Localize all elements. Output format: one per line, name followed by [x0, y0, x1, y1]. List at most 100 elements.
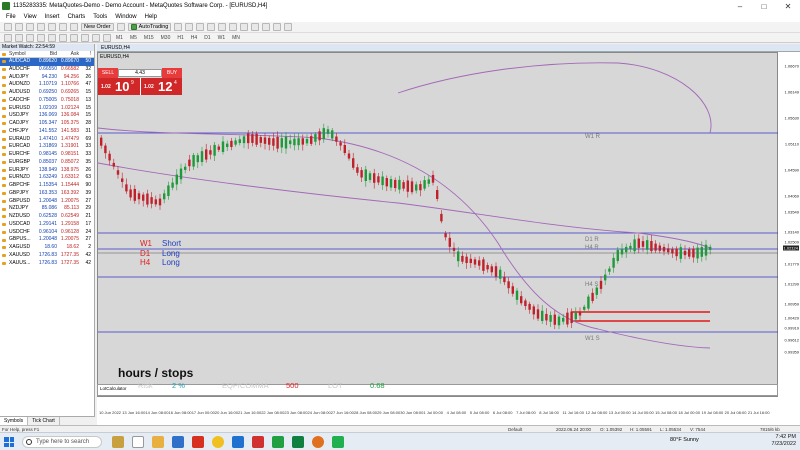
col-symbol[interactable]: Symbol — [0, 51, 35, 57]
bar-chart-icon[interactable] — [174, 23, 183, 31]
tester-icon[interactable] — [70, 23, 78, 31]
close-button[interactable]: ✕ — [776, 2, 800, 11]
firefox-icon[interactable] — [312, 436, 324, 448]
line-chart-icon[interactable] — [196, 23, 205, 31]
cortana-image-icon[interactable] — [112, 436, 124, 448]
terminal-app-icon[interactable] — [332, 436, 344, 448]
mail-icon[interactable] — [172, 436, 184, 448]
market-watch-row[interactable]: AUDUSD 0.69250 0.69265 15 — [0, 89, 94, 97]
horizontal-line-icon[interactable] — [37, 33, 45, 42]
market-watch-row[interactable]: AUDNZD 1.10719 1.10766 47 — [0, 81, 94, 89]
data-window-icon[interactable] — [37, 23, 45, 31]
timeframe-m15[interactable]: M15 — [142, 35, 156, 41]
menu-file[interactable]: File — [6, 14, 16, 20]
market-watch-row[interactable]: EURJPY 138.949 138.975 26 — [0, 167, 94, 175]
zoom-out-icon[interactable] — [218, 23, 227, 31]
col-bid[interactable]: Bid — [35, 51, 57, 57]
buy-button[interactable]: BUY — [162, 68, 182, 78]
market-watch-row[interactable]: NZDJPY 85.086 85.113 29 — [0, 205, 94, 213]
timeframe-m1[interactable]: M1 — [114, 35, 125, 41]
col-ask[interactable]: Ask — [57, 51, 79, 57]
timeframe-m30[interactable]: M30 — [159, 35, 173, 41]
text-icon[interactable] — [81, 33, 89, 42]
market-watch-row[interactable]: EURAUD 1.47410 1.47479 69 — [0, 136, 94, 144]
menu-view[interactable]: View — [24, 14, 37, 20]
tab-tick-chart[interactable]: Tick Chart — [28, 417, 60, 425]
market-watch-row[interactable]: CADJPY 105.347 105.375 28 — [0, 120, 94, 128]
market-watch-row[interactable]: GBPUSD 1.20048 1.20075 27 — [0, 198, 94, 206]
file-explorer-icon[interactable] — [152, 436, 164, 448]
maximize-button[interactable]: □ — [752, 2, 776, 11]
market-watch-row[interactable]: EURCHF 0.98145 0.98151 33 — [0, 151, 94, 159]
trendline-icon[interactable] — [48, 33, 56, 42]
metaeditor-icon[interactable] — [116, 23, 125, 31]
market-watch-row[interactable]: XAUUS... 1726.83 1727.35 42 — [0, 260, 94, 268]
menu-insert[interactable]: Insert — [45, 14, 60, 20]
market-watch-icon[interactable] — [26, 23, 34, 31]
market-watch-row[interactable]: USDJPY 136.069 136.084 15 — [0, 112, 94, 120]
market-watch-row[interactable]: EURUSD 1.02109 1.02124 15 — [0, 105, 94, 113]
market-watch-row[interactable]: XAGUSD 18.60 18.62 2 — [0, 244, 94, 252]
excel-icon[interactable] — [292, 436, 304, 448]
taskbar-search-input[interactable]: Type here to search — [22, 436, 102, 448]
menu-charts[interactable]: Charts — [68, 14, 86, 20]
market-watch-row[interactable]: EURCAD 1.31869 1.31901 33 — [0, 143, 94, 151]
autoscroll-icon[interactable] — [251, 23, 260, 31]
market-watch-row[interactable]: NZDUSD 0.62528 0.62549 21 — [0, 213, 94, 221]
indicators-icon[interactable] — [262, 23, 271, 31]
periods-icon[interactable] — [273, 23, 282, 31]
chart-plot-area[interactable]: EURUSD,H4 SELL 4.43 BUY 1.02 10 9 1.02 1… — [97, 52, 779, 397]
market-watch-row[interactable]: EURGBP 0.85037 0.85072 35 — [0, 159, 94, 167]
market-watch-row[interactable]: GBPJPY 163.353 163.392 39 — [0, 190, 94, 198]
metatrader-taskbar-icon[interactable] — [272, 436, 284, 448]
market-watch-row[interactable]: GBPCHF 1.15354 1.15444 90 — [0, 182, 94, 190]
timeframe-d1[interactable]: D1 — [202, 35, 212, 41]
new-order-button[interactable]: New Order — [81, 23, 114, 31]
buy-price[interactable]: 1.02 12 4 — [140, 78, 182, 95]
market-watch-row[interactable]: AUDCAD 0.89620 0.89670 50 — [0, 58, 94, 66]
channel-icon[interactable] — [59, 33, 67, 42]
chart-window-title[interactable]: EURUSD,H4 — [97, 44, 800, 52]
minimize-button[interactable]: – — [728, 2, 752, 11]
menu-tools[interactable]: Tools — [93, 14, 107, 20]
cursor-icon[interactable] — [4, 33, 12, 42]
market-watch-row[interactable]: EURNZD 1.63249 1.63312 63 — [0, 174, 94, 182]
profiles-icon[interactable] — [15, 23, 23, 31]
app-icon[interactable] — [252, 436, 264, 448]
terminal-icon[interactable] — [59, 23, 67, 31]
vertical-line-icon[interactable] — [26, 33, 34, 42]
sell-price[interactable]: 1.02 10 9 — [98, 78, 140, 95]
arrows-icon[interactable] — [103, 33, 111, 42]
templates-icon[interactable] — [284, 23, 293, 31]
task-view-icon[interactable] — [132, 436, 144, 448]
timeframe-m5[interactable]: M5 — [128, 35, 139, 41]
chrome-icon[interactable] — [212, 436, 224, 448]
timeframe-w1[interactable]: W1 — [216, 35, 228, 41]
fibonacci-icon[interactable] — [70, 33, 78, 42]
crosshair-icon[interactable] — [15, 33, 23, 42]
sell-button[interactable]: SELL — [98, 68, 118, 78]
market-watch-row[interactable]: CHFJPY 141.552 141.583 31 — [0, 128, 94, 136]
system-clock[interactable]: 7:42 PM 7/23/2022 — [772, 434, 796, 448]
market-watch-row[interactable]: AUDJPY 94.230 94.256 26 — [0, 74, 94, 82]
menu-window[interactable]: Window — [115, 14, 136, 20]
market-watch-row[interactable]: AUDCHF 0.66550 0.66582 32 — [0, 66, 94, 74]
chart-shift-icon[interactable] — [240, 23, 249, 31]
timeframe-h4[interactable]: H4 — [189, 35, 199, 41]
market-watch-row[interactable]: GBPUS... 1.20048 1.20075 27 — [0, 236, 94, 244]
menu-help[interactable]: Help — [145, 14, 157, 20]
navigator-icon[interactable] — [48, 23, 56, 31]
timeframe-h1[interactable]: H1 — [175, 35, 185, 41]
candlestick-icon[interactable] — [185, 23, 194, 31]
market-watch-row[interactable]: CADCHF 0.75005 0.75018 13 — [0, 97, 94, 105]
windows-start-icon[interactable] — [4, 437, 14, 447]
tab-symbols[interactable]: Symbols — [0, 417, 29, 425]
label-icon[interactable] — [92, 33, 100, 42]
market-watch-row[interactable]: XAUUSD 1726.83 1727.35 42 — [0, 252, 94, 260]
market-watch-row[interactable]: USDCAD 1.29141 1.29158 17 — [0, 221, 94, 229]
auto-trading-button[interactable]: AutoTrading — [127, 23, 172, 31]
timeframe-mn[interactable]: MN — [230, 35, 242, 41]
lot-size-input[interactable]: 4.43 — [118, 69, 162, 77]
col-spread[interactable]: ! — [79, 51, 93, 57]
weather-widget[interactable]: 80°F Sunny — [670, 437, 699, 443]
